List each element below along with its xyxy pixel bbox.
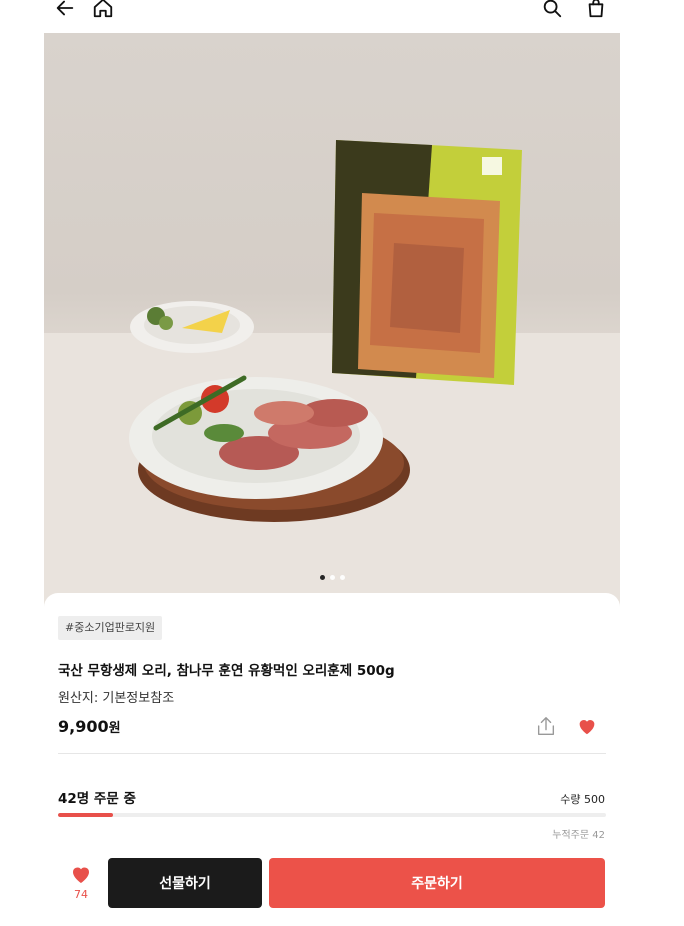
- stock-quantity: 수량 500: [560, 793, 605, 806]
- shopping-bag-icon: [588, 0, 604, 18]
- share-button[interactable]: [535, 715, 561, 741]
- side-plate: [130, 301, 254, 353]
- search-icon: [543, 0, 562, 18]
- cumulative-orders: 누적주문 42: [552, 830, 605, 841]
- category-tag[interactable]: #중소기업판로지원: [58, 616, 163, 640]
- order-progress-fill: [58, 813, 113, 817]
- cart-button[interactable]: [582, 0, 610, 22]
- product-origin: 원산지: 기본정보참조: [58, 691, 175, 706]
- product-photo: [44, 140, 620, 608]
- order-button[interactable]: 주문하기: [269, 858, 605, 908]
- like-button[interactable]: [576, 715, 602, 741]
- heart-icon: [579, 720, 595, 735]
- arrow-left-icon: [56, 0, 74, 16]
- product-package: [332, 140, 522, 385]
- share-icon: [537, 717, 555, 735]
- heart-icon: [73, 867, 89, 883]
- divider: [58, 753, 606, 754]
- top-navigation: [0, 0, 684, 22]
- product-image-carousel[interactable]: [44, 33, 620, 608]
- wishlist-button[interactable]: 74: [64, 862, 98, 908]
- carousel-dot[interactable]: [339, 575, 345, 580]
- back-button[interactable]: [51, 0, 79, 22]
- home-button[interactable]: [89, 0, 117, 22]
- price-value: 9,900: [58, 717, 109, 736]
- gift-button[interactable]: 선물하기: [108, 858, 262, 908]
- carousel-dot[interactable]: [329, 575, 335, 580]
- carousel-dot-active[interactable]: [319, 575, 325, 580]
- carousel-indicators: [44, 575, 620, 580]
- order-progress-bar: [58, 813, 606, 817]
- product-price: 9,900원: [58, 717, 121, 736]
- order-status: 42명 주문 중: [58, 791, 136, 807]
- price-unit: 원: [108, 721, 121, 736]
- search-button[interactable]: [538, 0, 566, 22]
- product-title: 국산 무항생제 오리, 참나무 훈연 유황먹인 오리훈제 500g: [58, 663, 395, 679]
- wishlist-count: 74: [74, 888, 88, 901]
- home-icon: [93, 0, 113, 18]
